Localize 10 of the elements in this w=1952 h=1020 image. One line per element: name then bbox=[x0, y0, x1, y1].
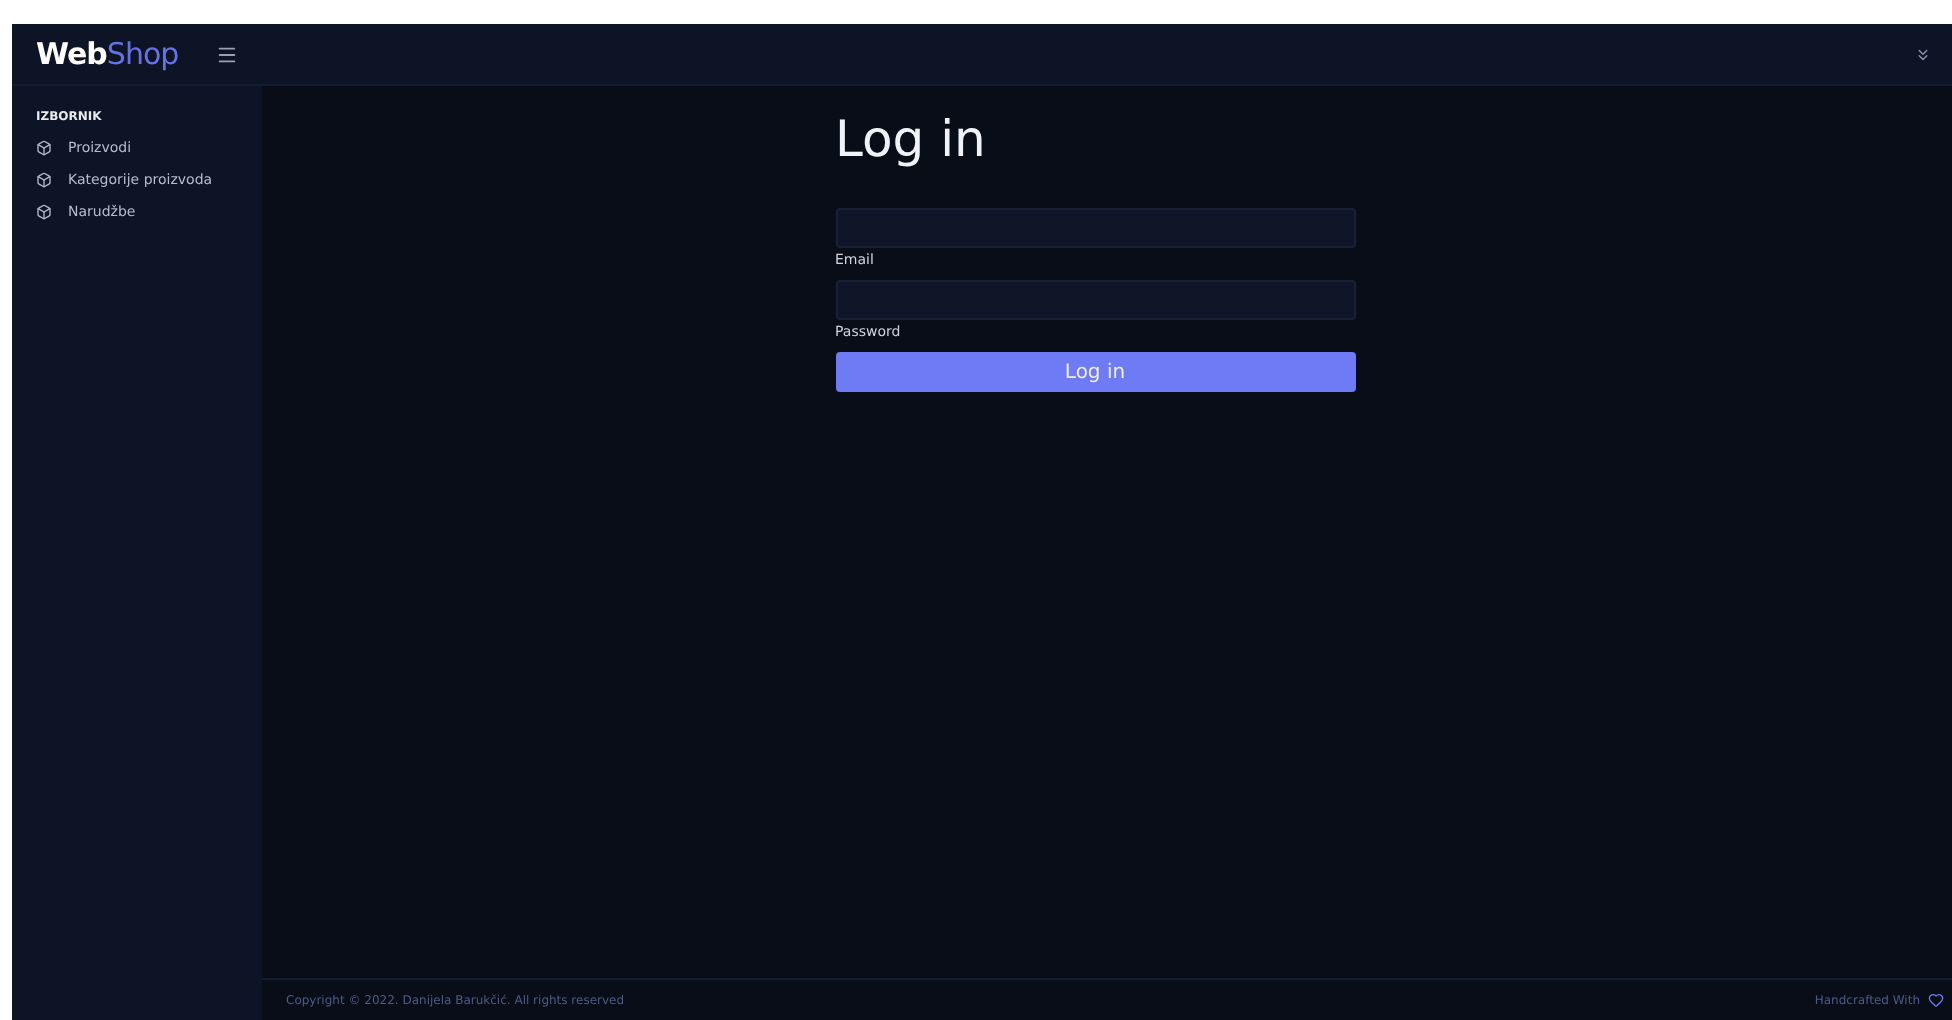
box-icon bbox=[36, 172, 52, 188]
box-icon bbox=[36, 204, 52, 220]
input-field[interactable] bbox=[835, 208, 1355, 248]
brand-logo[interactable]: WebShop bbox=[36, 36, 179, 72]
heart-icon bbox=[1928, 992, 1944, 1008]
menu-icon[interactable] bbox=[216, 43, 238, 65]
box-icon bbox=[36, 140, 52, 156]
chevrons-down-icon[interactable] bbox=[1914, 45, 1932, 63]
page-title: Log in bbox=[835, 110, 988, 168]
input-field[interactable] bbox=[835, 280, 1355, 320]
